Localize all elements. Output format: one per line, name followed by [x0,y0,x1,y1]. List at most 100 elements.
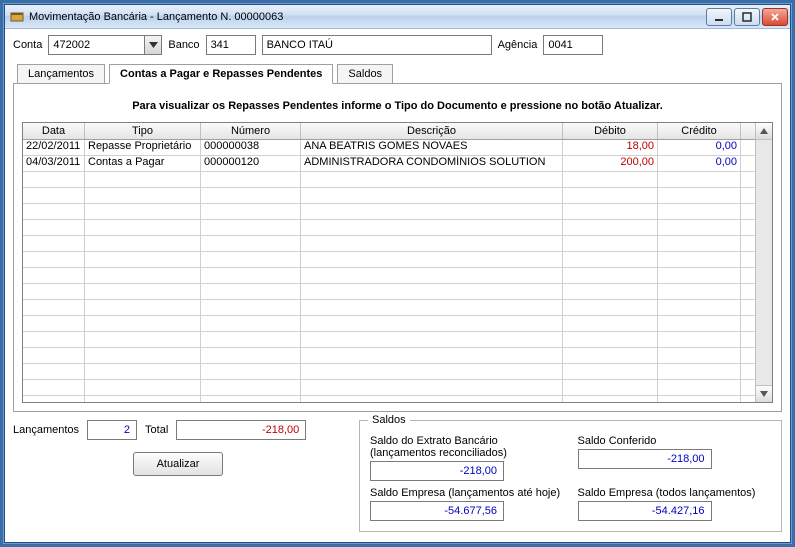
cell-credito [658,348,741,363]
cell-descricao: ANA BEATRIS GOMES NOVAES [301,140,563,155]
saldo-empresa-todos: Saldo Empresa (todos lançamentos) -54.42… [578,487,772,521]
table-row[interactable] [23,236,755,252]
tab-contas-pagar[interactable]: Contas a Pagar e Repasses Pendentes [109,64,333,84]
table-row[interactable] [23,188,755,204]
cell-data [23,396,85,402]
cell-numero [201,188,301,203]
saldo-extrato-label: Saldo do Extrato Bancário (lançamentos r… [370,435,564,459]
cell-numero [201,204,301,219]
tabstrip: Lançamentos Contas a Pagar e Repasses Pe… [13,63,782,84]
tab-lancamentos[interactable]: Lançamentos [17,64,105,84]
scroll-up-button[interactable] [756,123,772,140]
cell-data: 22/02/2011 [23,140,85,155]
table-row[interactable] [23,284,755,300]
cell-credito [658,268,741,283]
grid-body[interactable]: 22/02/2011Repasse Proprietário000000038A… [23,140,755,402]
cell-tipo [85,204,201,219]
cell-tipo [85,220,201,235]
conta-input[interactable] [49,36,144,54]
cell-debito [563,204,658,219]
window-buttons [706,8,788,26]
col-data[interactable]: Data [23,123,85,139]
saldo-empresa-hoje-label: Saldo Empresa (lançamentos até hoje) [370,487,564,499]
cell-credito: 0,00 [658,156,741,171]
banco-label: Banco [168,39,199,51]
conta-dropdown-button[interactable] [144,36,161,54]
conta-label: Conta [13,39,42,51]
cell-debito [563,300,658,315]
cell-data [23,316,85,331]
col-tipo[interactable]: Tipo [85,123,201,139]
close-button[interactable] [762,8,788,26]
cell-tipo [85,252,201,267]
cell-data [23,300,85,315]
cell-numero [201,364,301,379]
maximize-button[interactable] [734,8,760,26]
scroll-track[interactable] [756,140,772,385]
cell-data [23,364,85,379]
cell-descricao [301,380,563,395]
grid: Data Tipo Número Descrição Débito Crédit… [22,122,773,403]
cell-debito [563,268,658,283]
saldo-extrato-field: -218,00 [370,461,504,481]
cell-credito [658,252,741,267]
table-row[interactable]: 04/03/2011Contas a Pagar000000120ADMINIS… [23,156,755,172]
col-numero[interactable]: Número [201,123,301,139]
saldo-empresa-todos-field: -54.427,16 [578,501,712,521]
cell-descricao [301,332,563,347]
cell-descricao [301,300,563,315]
cell-tipo [85,300,201,315]
cell-numero [201,172,301,187]
cell-debito [563,316,658,331]
instruction-text: Para visualizar os Repasses Pendentes in… [22,94,773,122]
cell-numero [201,396,301,402]
cell-credito [658,236,741,251]
tab-saldos[interactable]: Saldos [337,64,393,84]
cell-credito: 0,00 [658,140,741,155]
saldo-empresa-hoje: Saldo Empresa (lançamentos até hoje) -54… [370,487,564,521]
cell-descricao [301,236,563,251]
cell-data [23,348,85,363]
cell-data [23,236,85,251]
agencia-field[interactable]: 0041 [543,35,603,55]
table-row[interactable] [23,172,755,188]
table-row[interactable] [23,204,755,220]
grid-header: Data Tipo Número Descrição Débito Crédit… [23,123,755,140]
table-row[interactable] [23,364,755,380]
saldo-extrato: Saldo do Extrato Bancário (lançamentos r… [370,435,564,481]
table-row[interactable] [23,316,755,332]
table-row[interactable] [23,220,755,236]
table-row[interactable] [23,252,755,268]
table-row[interactable] [23,396,755,402]
atualizar-button[interactable]: Atualizar [133,452,223,476]
table-row[interactable]: 22/02/2011Repasse Proprietário000000038A… [23,140,755,156]
totals-column: Lançamentos 2 Total -218,00 Atualizar [13,420,343,476]
scroll-down-button[interactable] [756,385,772,402]
conta-combo[interactable] [48,35,162,55]
saldo-empresa-todos-label: Saldo Empresa (todos lançamentos) [578,487,772,499]
cell-tipo [85,236,201,251]
cell-debito: 18,00 [563,140,658,155]
table-row[interactable] [23,268,755,284]
cell-tipo: Contas a Pagar [85,156,201,171]
table-row[interactable] [23,332,755,348]
cell-data [23,204,85,219]
cell-tipo [85,348,201,363]
cell-tipo [85,172,201,187]
banco-code-field[interactable]: 341 [206,35,256,55]
saldo-empresa-hoje-field: -54.677,56 [370,501,504,521]
table-row[interactable] [23,300,755,316]
banco-name-field[interactable]: BANCO ITAÚ [262,35,492,55]
minimize-button[interactable] [706,8,732,26]
titlebar[interactable]: Movimentação Bancária - Lançamento N. 00… [5,5,790,29]
table-row[interactable] [23,348,755,364]
col-descricao[interactable]: Descrição [301,123,563,139]
table-row[interactable] [23,380,755,396]
vertical-scrollbar[interactable] [755,123,772,402]
cell-numero: 000000038 [201,140,301,155]
cell-numero [201,252,301,267]
cell-descricao: ADMINISTRADORA CONDOMÍNIOS SOLUTION [301,156,563,171]
col-debito[interactable]: Débito [563,123,658,139]
cell-debito: 200,00 [563,156,658,171]
col-credito[interactable]: Crédito [658,123,741,139]
